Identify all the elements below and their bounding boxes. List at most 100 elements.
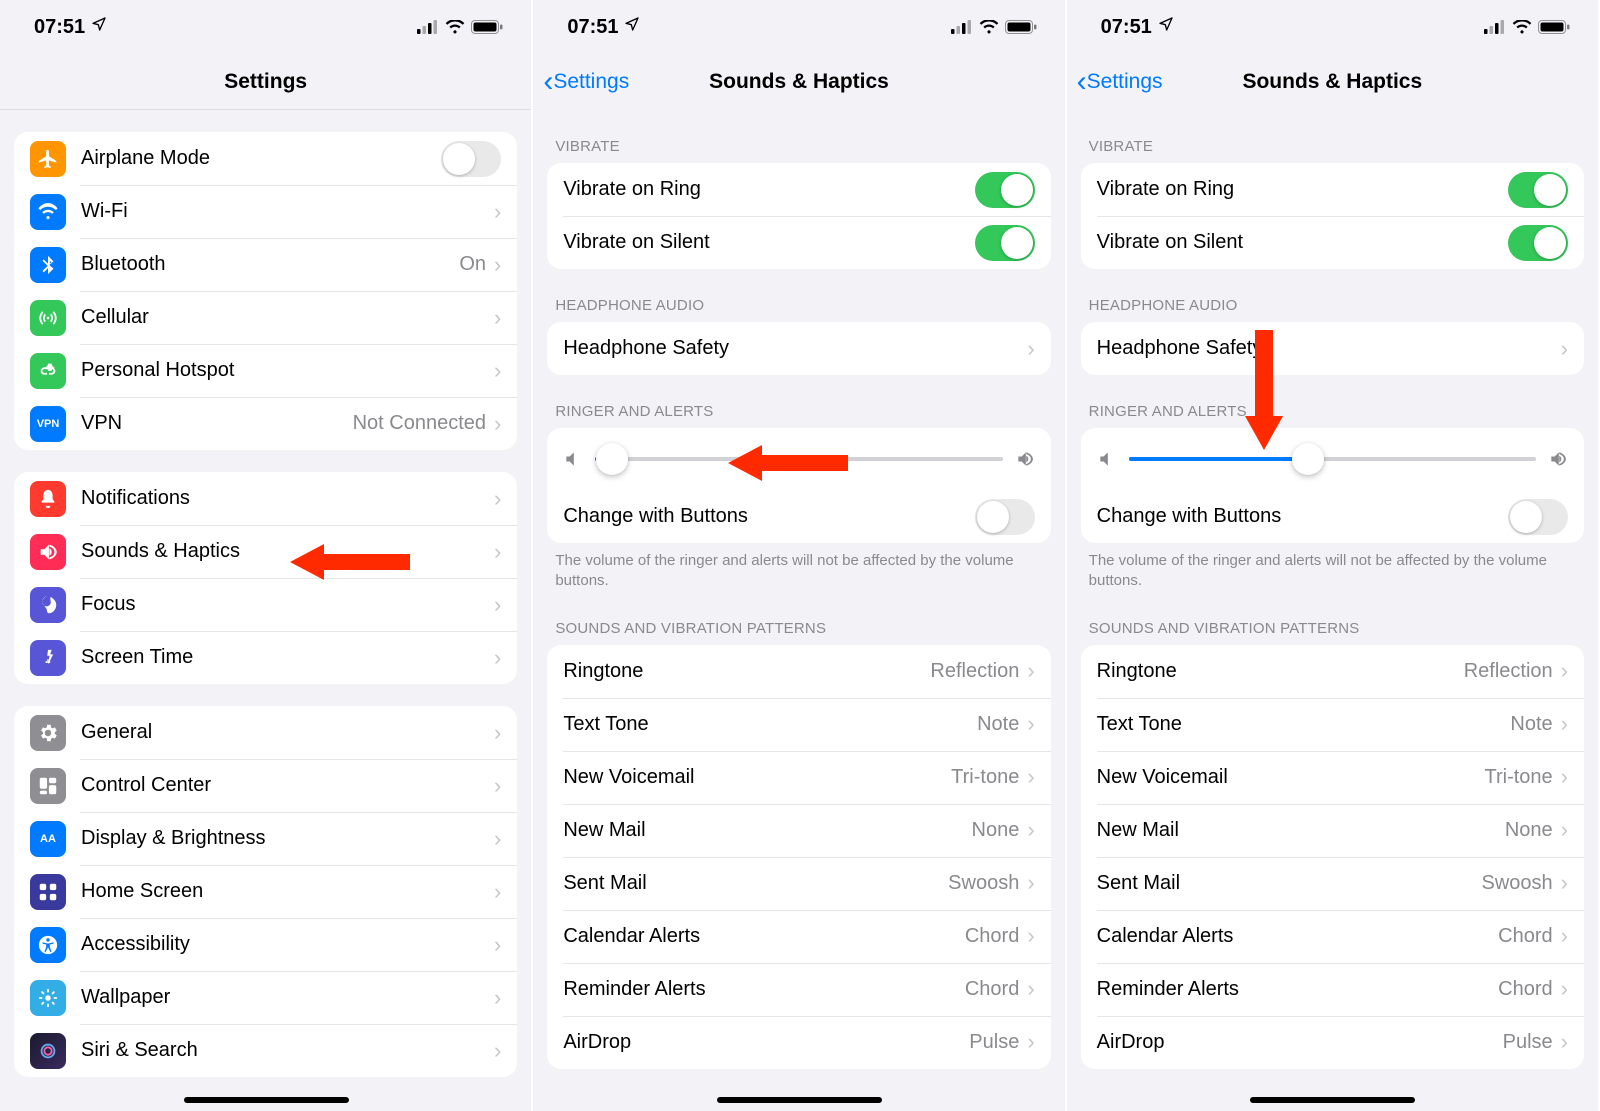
row-new-mail[interactable]: New MailNone› <box>1081 804 1584 857</box>
settings-row-vpn[interactable]: VPNVPNNot Connected› <box>14 397 517 450</box>
vibrate-on-ring-toggle[interactable] <box>975 172 1035 208</box>
row-label: New Mail <box>563 819 971 842</box>
speaker-high-icon <box>1548 449 1568 469</box>
back-button[interactable]: ‹ Settings <box>543 54 629 110</box>
row-text-tone[interactable]: Text ToneNote› <box>1081 698 1584 751</box>
row-label: Control Center <box>81 774 494 797</box>
ringer-volume-slider[interactable] <box>595 442 1002 476</box>
settings-row-screen-time[interactable]: Screen Time› <box>14 631 517 684</box>
row-label: Vibrate on Ring <box>563 178 974 201</box>
row-label: Wallpaper <box>81 986 494 1009</box>
chevron-right-icon: › <box>1027 923 1034 949</box>
row-airdrop[interactable]: AirDropPulse› <box>547 1016 1050 1069</box>
settings-row-general[interactable]: General› <box>14 706 517 759</box>
chevron-right-icon: › <box>494 411 501 437</box>
battery-icon <box>471 20 503 34</box>
row-label: Sounds & Haptics <box>81 540 494 563</box>
row-ringtone[interactable]: RingtoneReflection› <box>547 645 1050 698</box>
row-vibrate-on-silent[interactable]: Vibrate on Silent <box>1081 216 1584 269</box>
row-sent-mail[interactable]: Sent MailSwoosh› <box>547 857 1050 910</box>
chevron-right-icon: › <box>1561 976 1568 1002</box>
airplane-mode-toggle[interactable] <box>441 141 501 177</box>
chevron-right-icon: › <box>494 985 501 1011</box>
chevron-right-icon: › <box>494 826 501 852</box>
settings-row-notifications[interactable]: Notifications› <box>14 472 517 525</box>
row-change-with-buttons[interactable]: Change with Buttons <box>1081 490 1584 543</box>
group-vibrate: Vibrate on Ring Vibrate on Silent <box>547 163 1050 269</box>
notifications-icon <box>30 481 66 517</box>
settings-row-wifi[interactable]: Wi-Fi› <box>14 185 517 238</box>
row-calendar-alerts[interactable]: Calendar AlertsChord› <box>547 910 1050 963</box>
row-value: Chord <box>965 925 1019 948</box>
settings-group-alerts: Notifications›Sounds & Haptics›Focus›Scr… <box>14 472 517 684</box>
settings-row-focus[interactable]: Focus› <box>14 578 517 631</box>
vibrate-on-silent-toggle[interactable] <box>1508 225 1568 261</box>
screen-time-icon <box>30 640 66 676</box>
row-label: Text Tone <box>1097 713 1511 736</box>
settings-row-control-center[interactable]: Control Center› <box>14 759 517 812</box>
settings-row-wallpaper[interactable]: Wallpaper› <box>14 971 517 1024</box>
control-center-icon <box>30 768 66 804</box>
row-label: Vibrate on Ring <box>1097 178 1508 201</box>
chevron-right-icon: › <box>1027 658 1034 684</box>
accessibility-icon <box>30 927 66 963</box>
row-reminder-alerts[interactable]: Reminder AlertsChord› <box>547 963 1050 1016</box>
settings-row-display-brightness[interactable]: AADisplay & Brightness› <box>14 812 517 865</box>
vibrate-on-silent-toggle[interactable] <box>975 225 1035 261</box>
page-title: Sounds & Haptics <box>1242 70 1422 94</box>
row-airdrop[interactable]: AirDropPulse› <box>1081 1016 1584 1069</box>
ringer-volume-row <box>1081 428 1584 490</box>
settings-row-personal-hotspot[interactable]: Personal Hotspot› <box>14 344 517 397</box>
row-label: Focus <box>81 593 494 616</box>
row-vibrate-on-ring[interactable]: Vibrate on Ring <box>547 163 1050 216</box>
row-vibrate-on-ring[interactable]: Vibrate on Ring <box>1081 163 1584 216</box>
settings-row-sounds-haptics[interactable]: Sounds & Haptics› <box>14 525 517 578</box>
row-ringtone[interactable]: RingtoneReflection› <box>1081 645 1584 698</box>
status-time: 07:51 <box>567 16 618 39</box>
settings-row-cellular[interactable]: Cellular› <box>14 291 517 344</box>
speaker-low-icon <box>1097 449 1117 469</box>
chevron-right-icon: › <box>1561 764 1568 790</box>
sounds-haptics-icon <box>30 534 66 570</box>
row-new-voicemail[interactable]: New VoicemailTri-tone› <box>547 751 1050 804</box>
row-value: Chord <box>1498 925 1552 948</box>
row-change-with-buttons[interactable]: Change with Buttons <box>547 490 1050 543</box>
group-ringer: Change with Buttons <box>1081 428 1584 543</box>
group-ringer: Change with Buttons <box>547 428 1050 543</box>
group-headphone: Headphone Safety› <box>1081 322 1584 375</box>
change-with-buttons-toggle[interactable] <box>975 499 1035 535</box>
chevron-right-icon: › <box>494 305 501 331</box>
row-headphone-safety[interactable]: Headphone Safety› <box>547 322 1050 375</box>
back-button[interactable]: ‹ Settings <box>1077 54 1163 110</box>
row-value: Reflection <box>1464 660 1553 683</box>
row-headphone-safety[interactable]: Headphone Safety› <box>1081 322 1584 375</box>
row-label: Reminder Alerts <box>1097 978 1499 1001</box>
row-text-tone[interactable]: Text ToneNote› <box>547 698 1050 751</box>
chevron-right-icon: › <box>494 486 501 512</box>
row-calendar-alerts[interactable]: Calendar AlertsChord› <box>1081 910 1584 963</box>
settings-row-accessibility[interactable]: Accessibility› <box>14 918 517 971</box>
chevron-right-icon: › <box>1561 1029 1568 1055</box>
airplane-mode-icon <box>30 141 66 177</box>
row-vibrate-on-silent[interactable]: Vibrate on Silent <box>547 216 1050 269</box>
settings-row-home-screen[interactable]: Home Screen› <box>14 865 517 918</box>
chevron-right-icon: › <box>494 539 501 565</box>
cellular-signal-icon <box>951 20 973 34</box>
settings-row-siri-search[interactable]: Siri & Search› <box>14 1024 517 1077</box>
row-new-voicemail[interactable]: New VoicemailTri-tone› <box>1081 751 1584 804</box>
change-with-buttons-toggle[interactable] <box>1508 499 1568 535</box>
chevron-right-icon: › <box>494 879 501 905</box>
chevron-right-icon: › <box>494 252 501 278</box>
row-reminder-alerts[interactable]: Reminder AlertsChord› <box>1081 963 1584 1016</box>
group-patterns: RingtoneReflection›Text ToneNote›New Voi… <box>1081 645 1584 1069</box>
vibrate-on-ring-toggle[interactable] <box>1508 172 1568 208</box>
row-new-mail[interactable]: New MailNone› <box>547 804 1050 857</box>
settings-row-airplane-mode[interactable]: Airplane Mode <box>14 132 517 185</box>
vpn-icon: VPN <box>30 406 66 442</box>
row-sent-mail[interactable]: Sent MailSwoosh› <box>1081 857 1584 910</box>
row-label: AirDrop <box>1097 1031 1503 1054</box>
chevron-right-icon: › <box>494 199 501 225</box>
row-value: None <box>972 819 1020 842</box>
ringer-volume-slider[interactable] <box>1129 442 1536 476</box>
settings-row-bluetooth[interactable]: BluetoothOn› <box>14 238 517 291</box>
